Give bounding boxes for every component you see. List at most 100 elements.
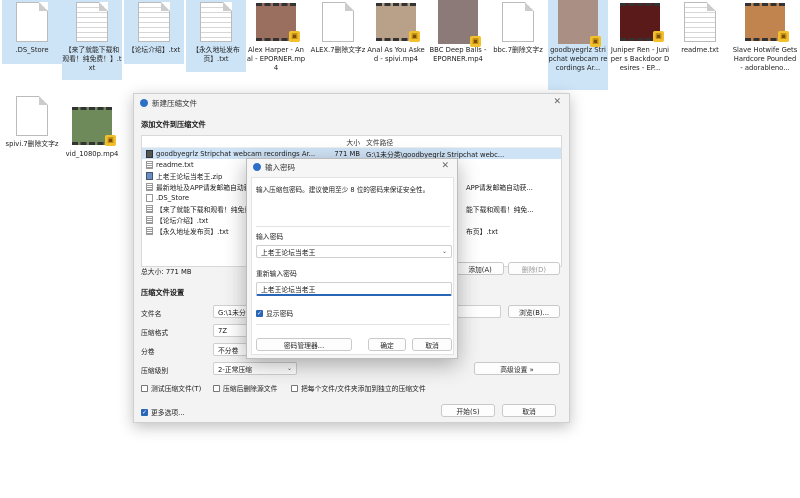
test-archive-checkbox[interactable]: 测试压缩文件(T) bbox=[141, 383, 201, 393]
password-dialog-body: 输入压缩包密码。建议使用至少 8 位的密码来保证安全性。 输入密码 上老王论坛当… bbox=[251, 177, 454, 355]
password-dialog: 输入密码 ✕ 输入压缩包密码。建议使用至少 8 位的密码来保证安全性。 输入密码… bbox=[246, 158, 458, 359]
file-txt-free[interactable]: 【来了就能下载和观看！纯免费！】.txt bbox=[62, 0, 122, 80]
file-video-alex[interactable]: ▣ Alex Harper - Anal - EPORNER.mp4 bbox=[246, 0, 306, 73]
delete-source-checkbox[interactable]: 压缩后删除源文件 bbox=[213, 383, 277, 393]
video-thumbnail-icon: ▣ bbox=[745, 2, 789, 42]
total-size: 总大小: 771 MB bbox=[141, 268, 192, 276]
password-dialog-title: 输入密码 bbox=[265, 162, 295, 172]
video-thumbnail-icon: ▣ bbox=[620, 2, 664, 42]
column-path[interactable]: 文件路径 bbox=[366, 137, 561, 147]
text-file-icon bbox=[146, 215, 153, 224]
advanced-settings-button[interactable]: 高级设置 » bbox=[474, 362, 560, 375]
checkbox-label: 测试压缩文件(T) bbox=[151, 385, 202, 393]
close-icon[interactable]: ✕ bbox=[553, 97, 561, 107]
zip-file-icon bbox=[146, 171, 153, 180]
delete-button[interactable]: 删除(D) bbox=[508, 262, 560, 275]
start-button[interactable]: 开始(S) bbox=[441, 404, 495, 417]
file-7z-bbc[interactable]: bbc.7删除文字z bbox=[488, 0, 548, 55]
checkmark-icon: ✓ bbox=[141, 408, 148, 416]
file-label: readme.txt bbox=[681, 46, 719, 54]
file-label: Juniper Ren - Juniper s Backdoor Desires… bbox=[610, 46, 670, 72]
close-icon[interactable]: ✕ bbox=[441, 161, 449, 171]
row-name: .DS_Store bbox=[156, 193, 190, 202]
add-button[interactable]: 添加(A) bbox=[456, 262, 504, 275]
cancel-button[interactable]: 取消 bbox=[502, 404, 556, 417]
media-badge-icon: ▣ bbox=[653, 31, 664, 42]
chevron-down-icon: ⌄ bbox=[286, 365, 292, 372]
level-select[interactable]: 2-正常压缩 ⌄ bbox=[213, 362, 297, 375]
text-document-icon bbox=[72, 2, 112, 42]
media-badge-icon: ▣ bbox=[105, 135, 116, 146]
file-readme[interactable]: readme.txt bbox=[670, 0, 730, 55]
file-txt-address[interactable]: 【永久地址发布页】.txt bbox=[186, 0, 246, 72]
document-icon bbox=[318, 2, 358, 42]
file-video-bbc[interactable]: ▣ BBC Deep Balls - EPORNER.mp4 bbox=[428, 0, 488, 64]
file-7z-alex[interactable]: ALEX.7删除文字z bbox=[308, 0, 368, 55]
document-icon bbox=[12, 96, 52, 136]
file-video-anal[interactable]: ▣ Anal As You Asked - spivi.mp4 bbox=[366, 0, 426, 64]
checkbox-icon bbox=[213, 384, 220, 392]
section-add-files: 添加文件到压缩文件 bbox=[141, 120, 206, 129]
file-label: Alex Harper - Anal - EPORNER.mp4 bbox=[246, 46, 306, 72]
file-video-goodbyegrlz[interactable]: ▣ goodbyegrlz Stripchat webcam recording… bbox=[548, 0, 608, 90]
app-logo-icon bbox=[253, 163, 261, 171]
enter-password-label: 输入密码 bbox=[256, 233, 284, 241]
video-file-icon bbox=[146, 149, 153, 158]
ok-button[interactable]: 确定 bbox=[368, 338, 406, 351]
format-select[interactable]: 7Z bbox=[213, 324, 247, 337]
file-label: BBC Deep Balls - EPORNER.mp4 bbox=[429, 46, 487, 63]
document-icon bbox=[498, 2, 538, 42]
file-label: 【来了就能下载和观看！纯免费！】.txt bbox=[62, 46, 122, 72]
row-name: 上老王论坛当老王.zip bbox=[156, 172, 223, 181]
password-manager-button[interactable]: 密码管理器... bbox=[256, 338, 352, 351]
format-label: 压缩格式 bbox=[141, 329, 169, 337]
media-badge-icon: ▣ bbox=[590, 36, 601, 47]
show-password-checkbox[interactable]: ✓ 显示密码 bbox=[256, 308, 293, 318]
desktop: .DS_Store 【来了就能下载和观看！纯免费！】.txt 【论坛介绍】.tx… bbox=[0, 0, 800, 498]
browse-button[interactable]: 浏览(B)... bbox=[508, 305, 560, 318]
file-label: vid_1080p.mp4 bbox=[65, 150, 119, 158]
file-video-1080p[interactable]: ▣ vid_1080p.mp4 bbox=[62, 104, 122, 159]
row-name: readme.txt bbox=[156, 160, 194, 169]
text-file-icon bbox=[146, 182, 153, 191]
chevron-down-icon[interactable]: ⌄ bbox=[442, 248, 447, 255]
level-value: 2-正常压缩 bbox=[218, 365, 252, 374]
file-7z-spivi[interactable]: spivi.7删除文字z bbox=[2, 94, 62, 149]
image-thumbnail-icon: ▣ bbox=[438, 0, 481, 47]
file-txt-forum[interactable]: 【论坛介绍】.txt bbox=[124, 0, 184, 64]
file-label: 【永久地址发布页】.txt bbox=[192, 46, 240, 63]
level-label: 压缩级别 bbox=[141, 367, 169, 375]
separate-archive-checkbox[interactable]: 把每个文件/文件夹添加到独立的压缩文件 bbox=[291, 383, 426, 393]
checkbox-label: 压缩后删除源文件 bbox=[223, 385, 278, 393]
text-file-icon bbox=[146, 226, 153, 235]
document-icon bbox=[12, 2, 52, 42]
checkbox-icon bbox=[291, 384, 298, 392]
file-label: Anal As You Asked - spivi.mp4 bbox=[367, 46, 425, 63]
file-video-juniper[interactable]: ▣ Juniper Ren - Juniper s Backdoor Desir… bbox=[610, 0, 670, 73]
file-video-slave[interactable]: ▣ Slave Hotwife Gets Hardcore Pounded - … bbox=[732, 0, 798, 73]
more-options-checkbox[interactable]: ✓ 更多选项... bbox=[141, 407, 185, 417]
divider bbox=[256, 324, 450, 325]
password-value: 上老王论坛当老王 bbox=[261, 248, 316, 257]
file-label: bbc.7删除文字z bbox=[493, 46, 543, 54]
split-select[interactable]: 不分卷 bbox=[213, 343, 247, 356]
text-document-icon bbox=[196, 2, 236, 42]
file-list-header: 大小 文件路径 bbox=[142, 136, 561, 148]
reenter-password-input[interactable]: 上老王论坛当老王 bbox=[256, 282, 452, 296]
dialog-titlebar: 新建压缩文件 bbox=[134, 94, 569, 112]
split-label: 分卷 bbox=[141, 348, 155, 356]
video-thumbnail-icon: ▣ bbox=[72, 106, 116, 146]
password-cancel-button[interactable]: 取消 bbox=[412, 338, 452, 351]
section-archive-settings: 压缩文件设置 bbox=[141, 288, 185, 297]
column-size[interactable]: 大小 bbox=[334, 137, 366, 147]
media-badge-icon: ▣ bbox=[470, 36, 481, 47]
file-label: spivi.7删除文字z bbox=[5, 140, 59, 148]
file-icon bbox=[146, 193, 153, 202]
file-ds-store[interactable]: .DS_Store bbox=[2, 0, 62, 64]
row-name: 【来了就能下载和观看！纯免费... bbox=[156, 205, 258, 214]
checkbox-icon bbox=[141, 384, 148, 392]
password-dialog-titlebar: 输入密码 bbox=[247, 159, 457, 175]
password-input[interactable]: 上老王论坛当老王 ⌄ bbox=[256, 245, 452, 258]
file-label: .DS_Store bbox=[15, 46, 49, 54]
checkmark-icon: ✓ bbox=[256, 309, 263, 317]
